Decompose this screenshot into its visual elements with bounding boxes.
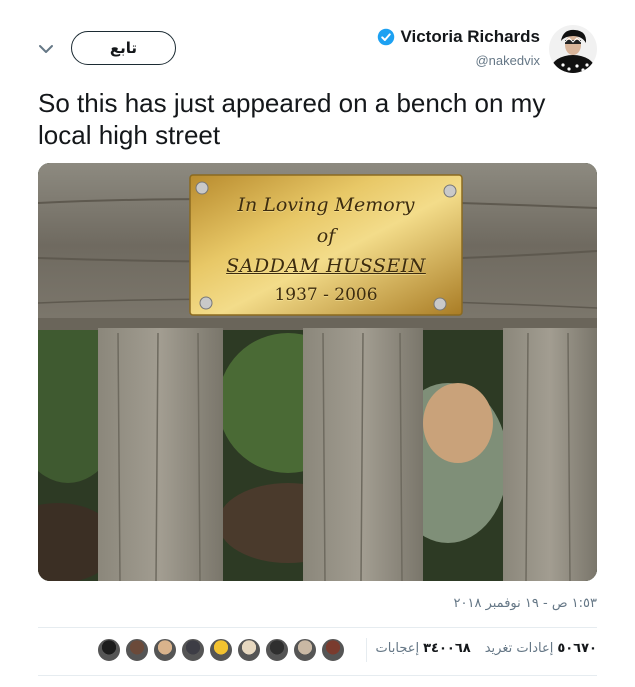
liker-avatar[interactable] — [181, 638, 205, 662]
tweet-timestamp[interactable]: ١:٥٣ ص - ١٩ نوفمبر ٢٠١٨ — [454, 596, 597, 611]
retweets-stat[interactable]: ٥٠٦٧٠إعادات تغريد — [485, 641, 597, 656]
plaque-line-2: of — [316, 225, 336, 247]
liker-avatar[interactable] — [97, 638, 121, 662]
liker-avatar[interactable] — [209, 638, 233, 662]
tweet-card: تابع Victoria Richards @nakedvix So this… — [0, 0, 635, 687]
display-name[interactable]: Victoria Richards — [400, 27, 540, 47]
liker-avatar[interactable] — [321, 638, 345, 662]
liker-avatar[interactable] — [153, 638, 177, 662]
retweets-count: ٥٠٦٧٠ — [557, 641, 597, 656]
plaque-line-3: SADDAM HUSSEIN — [226, 255, 426, 277]
plaque-line-1: In Loving Memory — [237, 194, 415, 216]
verified-badge-icon — [378, 28, 395, 46]
liker-avatars[interactable] — [97, 638, 345, 662]
chevron-down-icon[interactable] — [38, 42, 54, 56]
retweets-label: إعادات تغريد — [484, 641, 554, 656]
user-handle[interactable]: @nakedvix — [377, 53, 540, 68]
stats-divider — [366, 638, 367, 662]
likes-stat[interactable]: ٣٤٠٠٦٨إعجابات — [376, 641, 471, 656]
liker-avatar[interactable] — [125, 638, 149, 662]
likes-count: ٣٤٠٠٦٨ — [423, 641, 471, 656]
divider — [38, 627, 597, 628]
tweet-text: So this has just appeared on a bench on … — [38, 88, 546, 150]
user-info[interactable]: Victoria Richards @nakedvix — [377, 27, 540, 68]
name-row: Victoria Richards — [377, 27, 540, 47]
liker-avatar[interactable] — [237, 638, 261, 662]
follow-button[interactable]: تابع — [71, 31, 176, 65]
liker-avatar[interactable] — [265, 638, 289, 662]
plaque-line-4: 1937 - 2006 — [274, 285, 378, 305]
liker-avatar[interactable] — [293, 638, 317, 662]
tweet-stats: ٥٠٦٧٠إعادات تغريد ٣٤٠٠٦٨إعجابات — [376, 641, 597, 656]
likes-label: إعجابات — [375, 641, 420, 656]
avatar[interactable] — [549, 25, 597, 73]
divider — [38, 675, 597, 676]
